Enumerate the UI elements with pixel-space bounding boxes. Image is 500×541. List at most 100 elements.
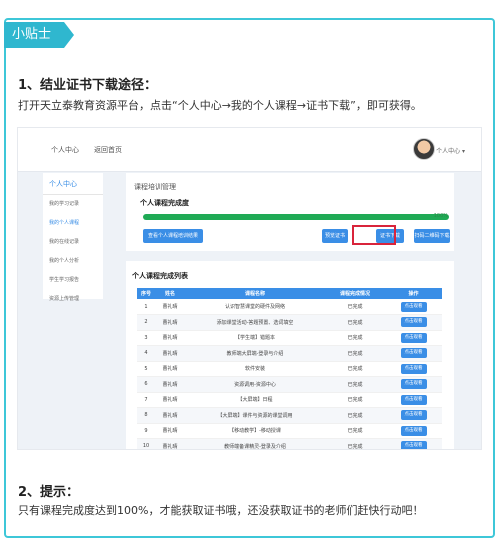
table-row: 8 曹礼晴 【大屏端】课件与资源的课堂调用 已完成 点击观看 <box>137 407 442 424</box>
nav-personal-center[interactable]: 个人中心 <box>51 145 79 155</box>
view-results-button[interactable]: 查看个人课程培训结果 <box>143 229 203 243</box>
table-row: 3 曹礼晴 【学生端】错题本 已完成 点击观看 <box>137 330 442 346</box>
cell-status: 已完成 <box>325 376 385 393</box>
watch-button[interactable]: 点击观看 <box>400 317 427 328</box>
cell-action: 点击观看 <box>385 330 442 346</box>
sidebar-item-analysis[interactable]: 我的个人分析 <box>43 252 103 271</box>
sidebar-item-resource-upload[interactable]: 资源上传管理 <box>43 290 103 309</box>
completion-percent: 100% <box>433 213 448 219</box>
cell-index: 8 <box>137 407 155 424</box>
watch-button[interactable]: 点击观看 <box>400 425 427 436</box>
cell-index: 7 <box>137 392 155 408</box>
cell-action: 点击观看 <box>385 392 442 408</box>
sidebar-item-my-courses[interactable]: 我的个人课程 <box>43 214 103 233</box>
cell-course: 添加课堂活动-答题预置、选词填空 <box>185 314 325 331</box>
table-row: 5 曹礼晴 软件安装 已完成 点击观看 <box>137 361 442 377</box>
cell-action: 点击观看 <box>385 438 442 449</box>
col-index: 序号 <box>137 288 155 299</box>
cell-course: 【移动教学】-移动授课 <box>185 423 325 439</box>
cell-name: 曹礼晴 <box>155 392 185 408</box>
cell-action: 点击观看 <box>385 345 442 362</box>
cell-index: 6 <box>137 376 155 393</box>
table-row: 9 曹礼晴 【移动教学】-移动授课 已完成 点击观看 <box>137 423 442 439</box>
cell-name: 曹礼晴 <box>155 330 185 346</box>
sidebar-item-online-record[interactable]: 我的在线记录 <box>43 233 103 252</box>
col-name: 姓名 <box>155 288 185 299</box>
cell-action: 点击观看 <box>385 299 442 315</box>
col-status: 课程完成情况 <box>325 288 385 299</box>
cell-status: 已完成 <box>325 423 385 439</box>
table-row: 4 曹礼晴 教师端大屏端-登录与介绍 已完成 点击观看 <box>137 345 442 362</box>
cell-course: 认识智慧课堂的硬件及网络 <box>185 299 325 315</box>
watch-button[interactable]: 点击观看 <box>400 348 427 359</box>
cell-index: 2 <box>137 314 155 331</box>
completion-title: 个人课程完成度 <box>140 199 189 207</box>
preview-certificate-button[interactable]: 预览证书 <box>322 229 348 243</box>
user-menu[interactable]: 个人中心 ▾ <box>436 146 465 155</box>
section1-text: 打开天立泰教育资源平台，点击“个人中心→我的个人课程→证书下载”，即可获得。 <box>18 99 422 112</box>
cell-index: 10 <box>137 438 155 449</box>
course-list-panel: 个人课程完成列表 序号 姓名 课程名称 课程完成情况 操作 1 曹礼晴 认识智慧课堂… <box>126 261 454 449</box>
table-row: 1 曹礼晴 认识智慧课堂的硬件及网络 已完成 点击观看 <box>137 299 442 315</box>
cell-name: 曹礼晴 <box>155 376 185 393</box>
cell-name: 曹礼晴 <box>155 314 185 331</box>
cell-action: 点击观看 <box>385 361 442 377</box>
col-action: 操作 <box>385 288 442 299</box>
cell-index: 9 <box>137 423 155 439</box>
cell-name: 曹礼晴 <box>155 345 185 362</box>
cell-course: 资源调用-资源中心 <box>185 376 325 393</box>
cell-action: 点击观看 <box>385 376 442 393</box>
qr-download-button[interactable]: 扫码二维码下载 <box>414 229 450 243</box>
cell-index: 4 <box>137 345 155 362</box>
table-row: 10 曹礼晴 教师端备课精灵-登录及介绍 已完成 点击观看 <box>137 438 442 449</box>
completion-progress-bar <box>143 214 449 220</box>
section2-text: 只有课程完成度达到100%，才能获取证书哦，还没获取证书的老师们赶快行动吧！ <box>18 504 424 517</box>
cell-status: 已完成 <box>325 361 385 377</box>
cell-status: 已完成 <box>325 330 385 346</box>
watch-button[interactable]: 点击观看 <box>400 410 427 421</box>
nav-home[interactable]: 返回首页 <box>94 145 122 155</box>
cell-status: 已完成 <box>325 392 385 408</box>
sidebar-item-student-report[interactable]: 学生学习报告 <box>43 271 103 290</box>
cell-status: 已完成 <box>325 438 385 449</box>
sidebar-item-study-record[interactable]: 我的学习记录 <box>43 195 103 214</box>
cell-action: 点击观看 <box>385 314 442 331</box>
watch-button[interactable]: 点击观看 <box>400 332 427 343</box>
cell-index: 3 <box>137 330 155 346</box>
tip-tag: 小贴士 <box>4 22 74 48</box>
highlight-box <box>352 225 396 245</box>
table-row: 6 曹礼晴 资源调用-资源中心 已完成 点击观看 <box>137 376 442 393</box>
cell-course: 软件安装 <box>185 361 325 377</box>
cell-name: 曹礼晴 <box>155 407 185 424</box>
breadcrumb: 课程培训管理 <box>134 183 176 191</box>
cell-status: 已完成 <box>325 407 385 424</box>
section2-heading: 2、提示： <box>18 485 80 500</box>
col-course: 课程名称 <box>185 288 325 299</box>
cell-index: 5 <box>137 361 155 377</box>
avatar[interactable] <box>413 138 435 160</box>
watch-button[interactable]: 点击观看 <box>400 379 427 390</box>
sidebar: 个人中心 我的学习记录 我的个人课程 我的在线记录 我的个人分析 学生学习报告 … <box>43 173 103 302</box>
cell-name: 曹礼晴 <box>155 299 185 315</box>
cell-status: 已完成 <box>325 314 385 331</box>
cell-name: 曹礼晴 <box>155 423 185 439</box>
watch-button[interactable]: 点击观看 <box>400 394 427 405</box>
cell-status: 已完成 <box>325 345 385 362</box>
section1-heading: 1、结业证书下载途径： <box>18 78 158 93</box>
watch-button[interactable]: 点击观看 <box>400 441 427 449</box>
cell-action: 点击观看 <box>385 423 442 439</box>
cell-name: 曹礼晴 <box>155 361 185 377</box>
cell-index: 1 <box>137 299 155 315</box>
course-list-title: 个人课程完成列表 <box>132 272 188 280</box>
cell-course: 【大屏端】课件与资源的课堂调用 <box>185 407 325 424</box>
table-row: 2 曹礼晴 添加课堂活动-答题预置、选词填空 已完成 点击观看 <box>137 314 442 331</box>
top-nav: 个人中心 返回首页 个人中心 ▾ <box>18 128 481 172</box>
course-table: 序号 姓名 课程名称 课程完成情况 操作 1 曹礼晴 认识智慧课堂的硬件及网络 已完成… <box>137 288 442 449</box>
cell-course: 【大屏端】日程 <box>185 392 325 408</box>
watch-button[interactable]: 点击观看 <box>400 301 427 312</box>
cell-course: 教师端大屏端-登录与介绍 <box>185 345 325 362</box>
watch-button[interactable]: 点击观看 <box>400 363 427 374</box>
course-completion-panel: 课程培训管理 个人课程完成度 100% 查看个人课程培训结果 预览证书 证书下载… <box>126 173 454 251</box>
cell-course: 【学生端】错题本 <box>185 330 325 346</box>
cell-action: 点击观看 <box>385 407 442 424</box>
